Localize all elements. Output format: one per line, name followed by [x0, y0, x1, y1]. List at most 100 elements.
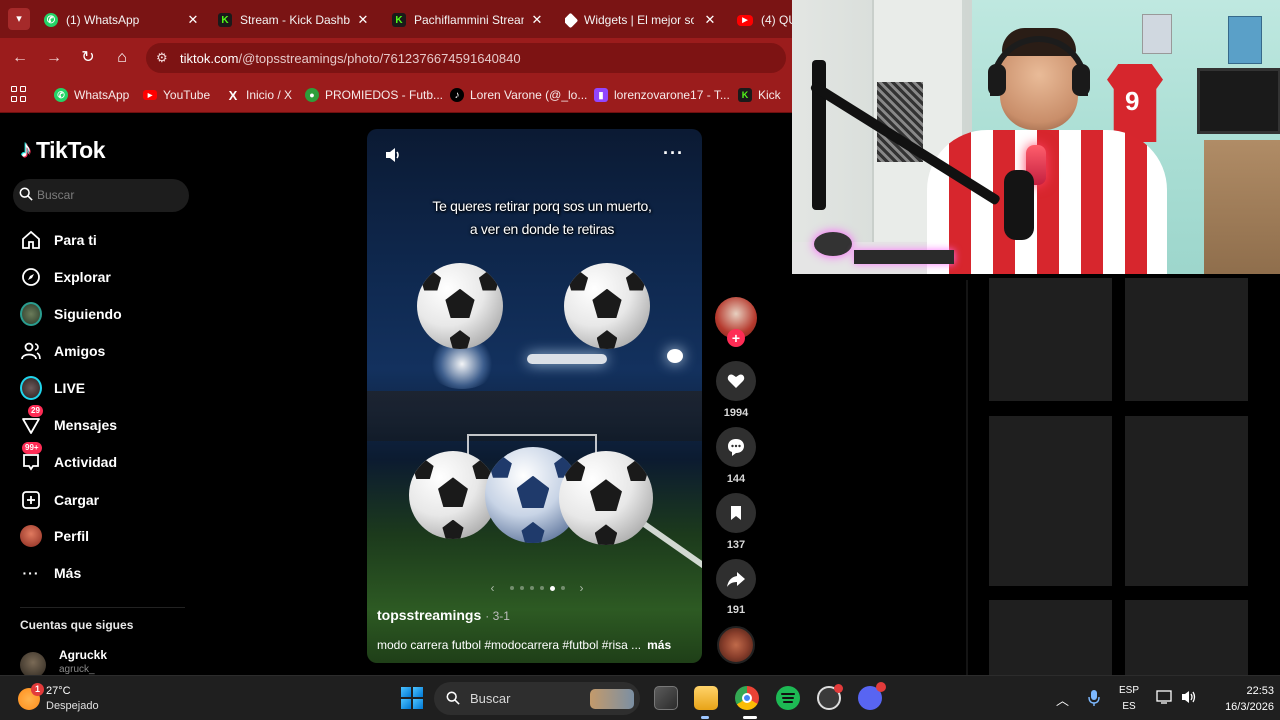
carousel-dot[interactable] [560, 586, 565, 590]
carousel-next-icon[interactable]: › [580, 581, 584, 595]
more-link[interactable]: más [647, 638, 671, 652]
search-icon [19, 187, 33, 201]
weather-widget[interactable]: 1 27°C Despejado [14, 682, 124, 716]
live-icon [20, 376, 42, 400]
weather-badge: 1 [31, 683, 44, 696]
carousel-prev-icon[interactable]: ‹ [491, 581, 495, 595]
tab-title: Stream - Kick Dashbo [240, 13, 350, 27]
tab-youtube[interactable]: ▶ (4) QU [737, 6, 792, 34]
stadium-light [667, 349, 683, 363]
forward-icon[interactable]: → [44, 48, 64, 68]
search-input[interactable]: Buscar [13, 179, 189, 212]
nav-perfil[interactable]: Perfil [20, 524, 190, 548]
music-disc-icon[interactable] [717, 626, 755, 664]
followed-account[interactable]: Agruckk agruck_ [20, 648, 190, 678]
bookmark-kick[interactable]: K Kick [738, 85, 781, 105]
profile-avatar-icon [20, 525, 42, 547]
messages-icon: 29 [20, 405, 43, 436]
nav-mas[interactable]: ··· Más [20, 561, 190, 585]
bookmark-youtube[interactable]: ▶ YouTube [143, 85, 210, 105]
nav-live[interactable]: LIVE [20, 376, 190, 400]
close-icon[interactable]: ✕ [530, 12, 544, 28]
address-bar[interactable]: ⚙ tiktok.com/@topsstreamings/photo/76123… [146, 43, 786, 73]
carousel-dot[interactable] [529, 586, 534, 590]
soccer-ball [409, 451, 497, 539]
nav-para-ti[interactable]: Para ti [20, 228, 190, 252]
video-thumbnail-placeholder[interactable] [989, 416, 1112, 586]
back-icon[interactable]: ← [10, 48, 30, 68]
keyboard [854, 250, 954, 264]
tab-kick-dashboard[interactable]: K Stream - Kick Dashbo ✕ [218, 6, 370, 34]
video-thumbnail-placeholder[interactable] [1125, 416, 1248, 586]
spotify-icon[interactable] [776, 686, 800, 710]
home-icon[interactable]: ⌂ [112, 48, 132, 68]
discord-icon[interactable] [858, 682, 886, 710]
bookmark-x[interactable]: X Inicio / X [226, 85, 292, 105]
chrome-icon[interactable] [735, 686, 759, 710]
tab-title: Pachiflammini Stream [414, 13, 524, 27]
room-shelf [1204, 140, 1280, 274]
more-options-icon[interactable]: ··· [663, 143, 684, 164]
video-thumbnail-placeholder[interactable] [989, 600, 1112, 675]
obs-icon[interactable] [817, 684, 843, 710]
streamer-body [927, 130, 1167, 274]
close-icon[interactable]: ✕ [703, 12, 717, 28]
volume-icon[interactable] [383, 145, 403, 165]
save-button[interactable] [716, 493, 756, 533]
follow-button[interactable]: + [727, 329, 745, 347]
post-media[interactable]: Te queres retirar porq sos un muerto, a … [367, 129, 702, 663]
nav-siguiendo[interactable]: Siguiendo [20, 302, 190, 326]
comment-count: 144 [726, 473, 746, 485]
system-clock[interactable]: 22:53 16/3/2026 [1204, 683, 1274, 715]
x-icon: X [228, 87, 238, 103]
windows-start-icon[interactable] [401, 687, 423, 709]
microphone-icon[interactable] [1088, 689, 1100, 720]
nav-mensajes[interactable]: 29 Mensajes [20, 405, 190, 437]
browser-window: ▾ ✆ (1) WhatsApp ✕ K Stream - Kick Dashb… [0, 0, 792, 113]
carousel-dot[interactable] [549, 585, 555, 591]
bookmark-promiedos[interactable]: ● PROMIEDOS - Futb... [305, 85, 443, 105]
site-info-icon[interactable]: ⚙ [156, 50, 168, 66]
video-thumbnail-placeholder[interactable] [1125, 278, 1248, 401]
close-icon[interactable]: ✕ [356, 12, 370, 28]
share-button[interactable] [716, 559, 756, 599]
tab-whatsapp[interactable]: ✆ (1) WhatsApp ✕ [44, 6, 200, 34]
nav-actividad[interactable]: 99+ Actividad [20, 442, 190, 474]
bookmark-whatsapp[interactable]: ✆ WhatsApp [54, 85, 129, 105]
apps-grid-icon[interactable] [11, 86, 27, 102]
messages-badge: 29 [28, 405, 43, 417]
tab-kick-stream[interactable]: K Pachiflammini Stream ✕ [392, 6, 544, 34]
tab-widgets[interactable]: Widgets | El mejor so ✕ [565, 6, 717, 34]
post-overlay-text: Te queres retirar porq sos un muerto, a … [432, 198, 652, 237]
tab-search-button[interactable]: ▾ [8, 8, 30, 30]
carousel-dot[interactable] [509, 586, 514, 590]
carousel-dot[interactable] [519, 586, 524, 590]
carousel-dot[interactable] [539, 586, 544, 590]
tiktok-logo[interactable]: ♪ TikTok [20, 136, 106, 164]
save-count: 137 [726, 539, 746, 551]
file-explorer-icon[interactable] [694, 686, 718, 710]
post-author[interactable]: topsstreamings · 3-1 [377, 607, 510, 623]
video-thumbnail-placeholder[interactable] [989, 278, 1112, 401]
share-icon [727, 572, 745, 587]
like-button[interactable] [716, 361, 756, 401]
nav-explorar[interactable]: Explorar [20, 265, 190, 289]
bookmark-tiktok[interactable]: ♪ Loren Varone (@_lo... [450, 85, 587, 105]
carousel-indicator: ‹ › [467, 581, 607, 595]
network-icon[interactable] [1156, 689, 1174, 720]
close-icon[interactable]: ✕ [186, 12, 200, 28]
language-indicator[interactable]: ESP ES [1114, 683, 1144, 715]
task-view-icon[interactable] [654, 686, 678, 710]
kick-icon: K [218, 13, 232, 27]
friends-icon [20, 340, 42, 362]
nav-amigos[interactable]: Amigos [20, 339, 190, 363]
video-thumbnail-placeholder[interactable] [1125, 600, 1248, 675]
comment-button[interactable] [716, 427, 756, 467]
bookmark-twitch[interactable]: ▮ lorenzovarone17 - T... [594, 85, 730, 105]
search-highlight-image [590, 689, 634, 709]
show-hidden-icons[interactable]: ︿ [1056, 690, 1069, 720]
reload-icon[interactable]: ↻ [78, 48, 98, 68]
volume-icon[interactable] [1180, 689, 1198, 720]
taskbar-search[interactable]: Buscar [434, 682, 640, 715]
nav-cargar[interactable]: Cargar [20, 488, 190, 512]
